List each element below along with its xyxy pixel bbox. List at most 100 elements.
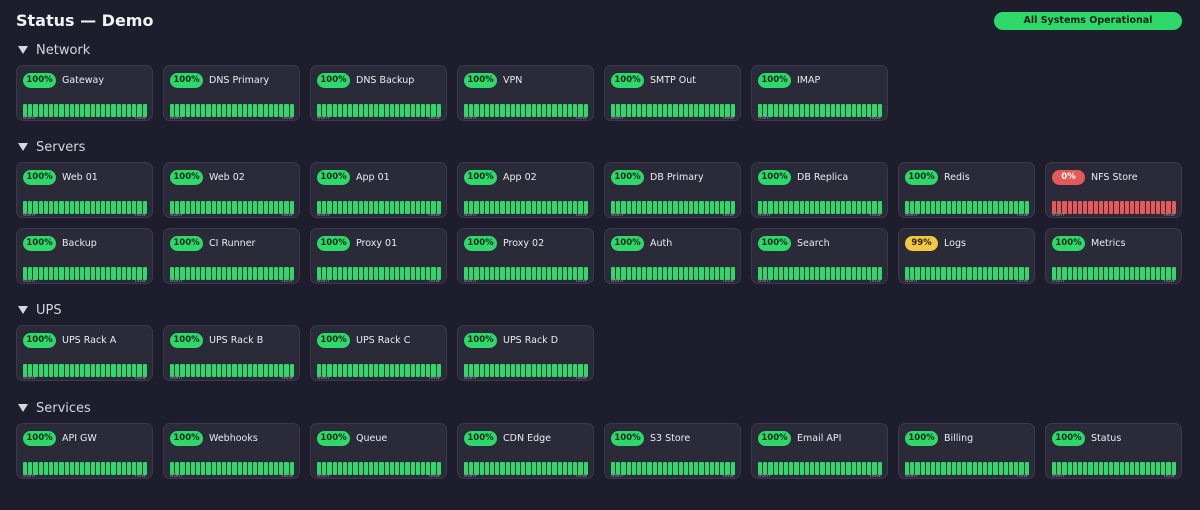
history-bar[interactable]: [1114, 267, 1119, 280]
history-bar[interactable]: [111, 201, 116, 214]
history-bar[interactable]: [111, 462, 116, 475]
history-bar[interactable]: [263, 267, 268, 280]
history-bar[interactable]: [384, 201, 389, 214]
history-bar[interactable]: [631, 201, 637, 214]
history-bar[interactable]: [95, 267, 101, 280]
history-bar[interactable]: [647, 267, 652, 280]
history-bar[interactable]: [421, 104, 426, 117]
history-bar[interactable]: [206, 104, 211, 117]
history-bar[interactable]: [400, 364, 405, 377]
history-bar[interactable]: [920, 267, 925, 280]
history-bar[interactable]: [862, 201, 867, 214]
history-bar[interactable]: [43, 201, 49, 214]
history-bar[interactable]: [946, 267, 951, 280]
history-bar[interactable]: [925, 201, 931, 214]
history-bar[interactable]: [694, 267, 699, 280]
history-bar[interactable]: [637, 201, 642, 214]
history-bar[interactable]: [547, 462, 552, 475]
history-bar[interactable]: [568, 364, 573, 377]
history-bar[interactable]: [248, 267, 253, 280]
history-bar[interactable]: [941, 462, 946, 475]
history-bar[interactable]: [1067, 462, 1072, 475]
history-bar[interactable]: [106, 267, 111, 280]
history-bar[interactable]: [274, 364, 279, 377]
history-bar[interactable]: [101, 201, 106, 214]
history-bar[interactable]: [216, 267, 222, 280]
history-bar[interactable]: [358, 462, 363, 475]
history-bar[interactable]: [526, 201, 531, 214]
history-bar[interactable]: [925, 267, 931, 280]
history-bar[interactable]: [75, 462, 80, 475]
history-bar[interactable]: [516, 201, 521, 214]
group-header[interactable]: Network: [16, 40, 1186, 60]
history-bar[interactable]: [263, 364, 268, 377]
monitor-card[interactable]: 100% Search 60m now: [751, 228, 888, 284]
history-bar[interactable]: [258, 201, 263, 214]
history-bar[interactable]: [38, 104, 43, 117]
history-bar[interactable]: [941, 267, 946, 280]
history-bar[interactable]: [799, 267, 804, 280]
history-bar[interactable]: [190, 364, 196, 377]
history-bar[interactable]: [557, 267, 562, 280]
history-bar[interactable]: [358, 104, 363, 117]
history-bar[interactable]: [699, 104, 704, 117]
monitor-card[interactable]: 100% Proxy 01 60m now: [310, 228, 447, 284]
history-bar[interactable]: [988, 462, 993, 475]
history-bar[interactable]: [568, 104, 573, 117]
history-bar[interactable]: [54, 201, 59, 214]
history-bar[interactable]: [384, 104, 389, 117]
history-bar[interactable]: [242, 364, 248, 377]
history-bar[interactable]: [1130, 201, 1135, 214]
history-bar[interactable]: [626, 462, 631, 475]
history-bar[interactable]: [479, 462, 484, 475]
history-bar[interactable]: [841, 201, 846, 214]
history-bar[interactable]: [500, 462, 505, 475]
history-bar[interactable]: [268, 267, 274, 280]
history-bar[interactable]: [90, 462, 95, 475]
history-bar[interactable]: [95, 201, 101, 214]
history-bar[interactable]: [127, 462, 132, 475]
history-bar[interactable]: [536, 201, 542, 214]
history-bar[interactable]: [1072, 462, 1078, 475]
history-bar[interactable]: [825, 267, 830, 280]
monitor-card[interactable]: 100% App 02 60m now: [457, 162, 594, 218]
history-bar[interactable]: [642, 104, 647, 117]
history-bar[interactable]: [69, 267, 75, 280]
history-bar[interactable]: [709, 104, 715, 117]
history-bar[interactable]: [789, 104, 794, 117]
history-bar[interactable]: [689, 104, 694, 117]
history-bar[interactable]: [500, 201, 505, 214]
history-bar[interactable]: [253, 201, 258, 214]
history-bar[interactable]: [484, 267, 490, 280]
history-bar[interactable]: [116, 201, 121, 214]
history-bar[interactable]: [127, 201, 132, 214]
history-bar[interactable]: [505, 104, 510, 117]
history-bar[interactable]: [1093, 201, 1098, 214]
history-bar[interactable]: [993, 201, 998, 214]
history-bar[interactable]: [59, 201, 64, 214]
history-bar[interactable]: [80, 267, 85, 280]
history-bar[interactable]: [794, 104, 799, 117]
history-bar[interactable]: [862, 104, 867, 117]
history-bar[interactable]: [784, 104, 789, 117]
history-bar[interactable]: [80, 201, 85, 214]
history-bar[interactable]: [479, 267, 484, 280]
history-bar[interactable]: [856, 462, 862, 475]
history-bar[interactable]: [846, 462, 851, 475]
history-bar[interactable]: [862, 267, 867, 280]
history-bar[interactable]: [75, 267, 80, 280]
history-bar[interactable]: [946, 201, 951, 214]
history-bar[interactable]: [49, 462, 54, 475]
history-bar[interactable]: [856, 201, 862, 214]
history-bar[interactable]: [500, 364, 505, 377]
history-bar[interactable]: [536, 364, 542, 377]
history-bar[interactable]: [38, 201, 43, 214]
history-bar[interactable]: [95, 462, 101, 475]
history-bar[interactable]: [85, 267, 90, 280]
history-bar[interactable]: [789, 201, 794, 214]
history-bar[interactable]: [836, 201, 841, 214]
history-bar[interactable]: [830, 104, 836, 117]
monitor-card[interactable]: 100% Status 60m now: [1045, 423, 1182, 479]
history-bar[interactable]: [998, 201, 1003, 214]
history-bar[interactable]: [206, 462, 211, 475]
